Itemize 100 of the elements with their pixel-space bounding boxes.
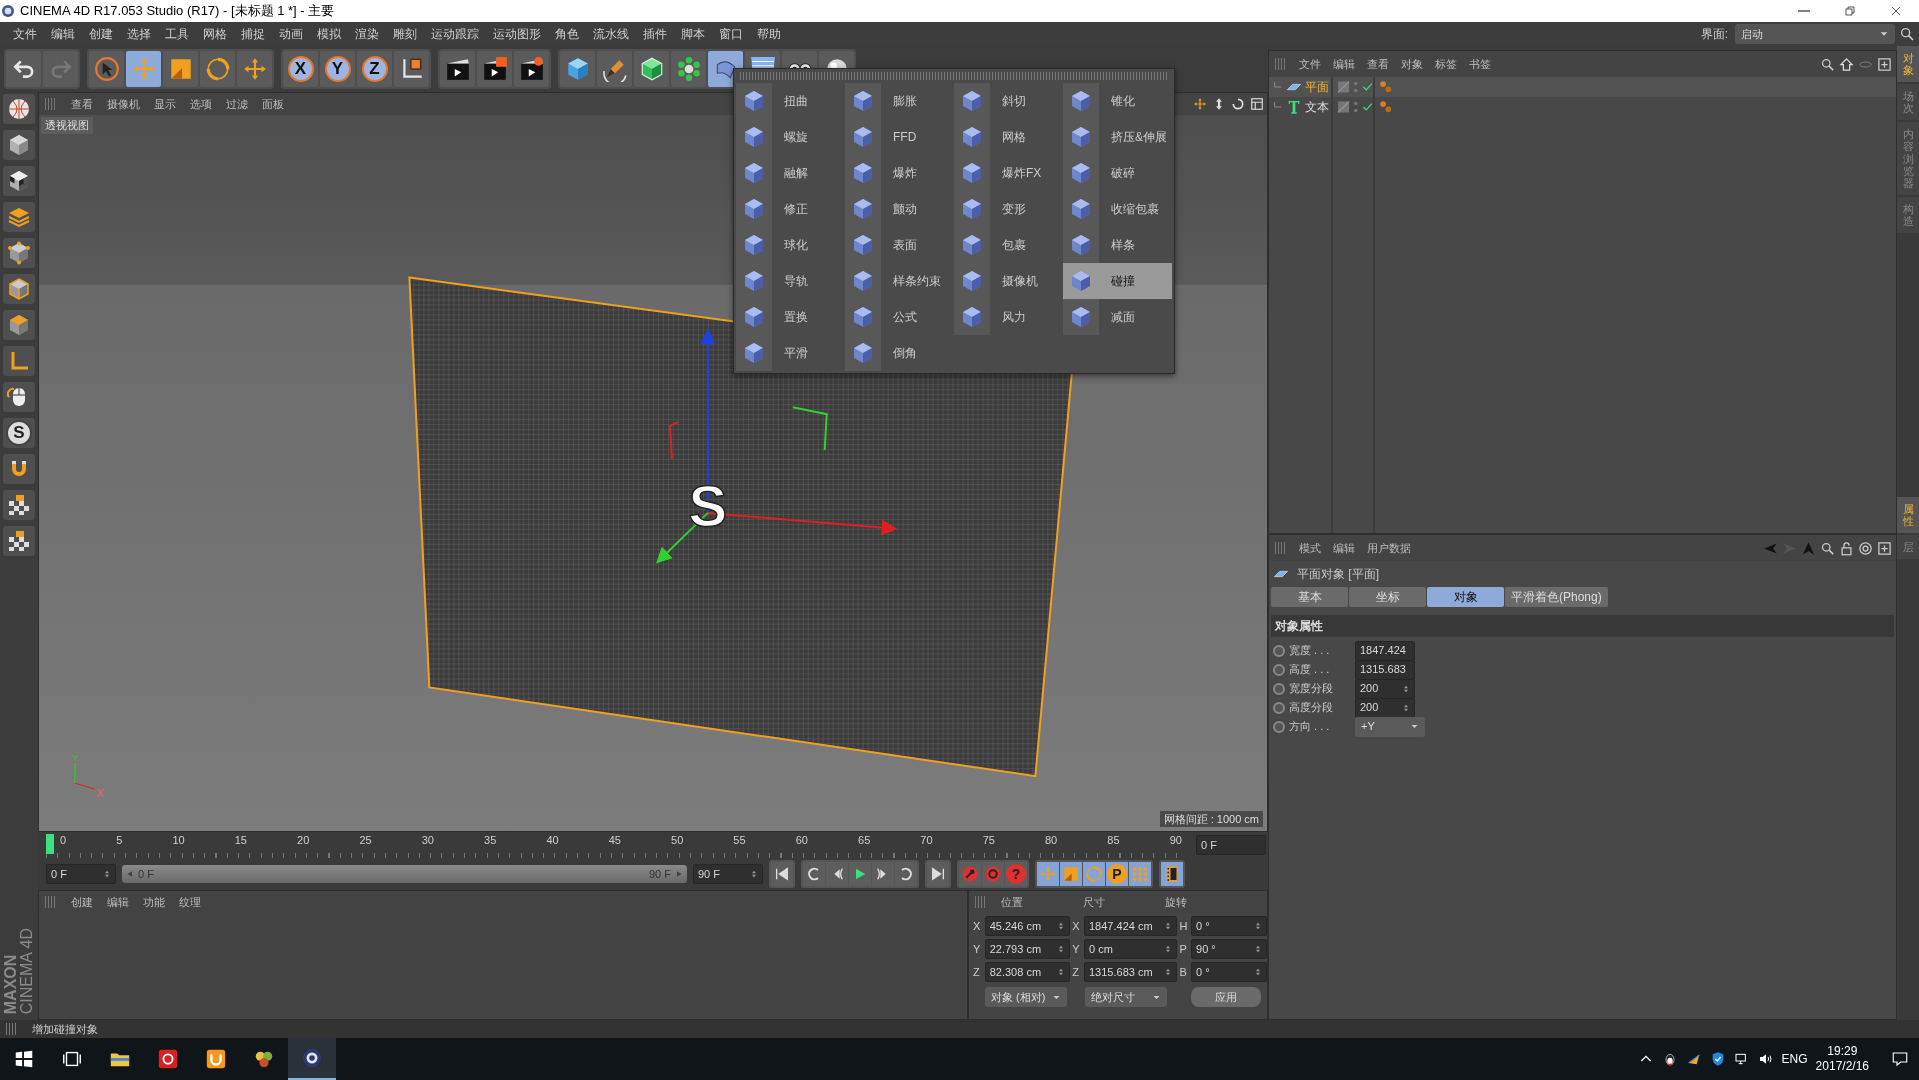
menu-item[interactable]: 平滑	[736, 335, 845, 371]
menu-item[interactable]: 颤动	[845, 191, 954, 227]
language-indicator[interactable]: ENG	[1781, 1050, 1808, 1068]
frame-range-slider[interactable]: 0 F 90 F	[122, 865, 687, 883]
tab[interactable]: 基本	[1271, 587, 1348, 607]
menu-item[interactable]: 运动跟踪	[424, 24, 486, 44]
menu-item[interactable]: 功能	[137, 893, 171, 911]
menu-item[interactable]: 锥化	[1063, 83, 1172, 119]
menu-item[interactable]: 脚本	[674, 24, 712, 44]
menu-item[interactable]: 挤压&伸展	[1063, 119, 1172, 155]
menu-item[interactable]: 捕捉	[234, 24, 272, 44]
menu-item[interactable]: 风力	[954, 299, 1063, 335]
menu-item[interactable]: 对象	[1395, 55, 1429, 73]
menu-item[interactable]: 公式	[845, 299, 954, 335]
menu-item[interactable]: 收缩包裹	[1063, 191, 1172, 227]
menu-item[interactable]: 爆炸FX	[954, 155, 1063, 191]
size-field[interactable]: 0 cm	[1084, 939, 1178, 959]
menu-item[interactable]: 膨胀	[845, 83, 954, 119]
tab[interactable]: 坐标	[1349, 587, 1426, 607]
menu-item[interactable]: 用户数据	[1361, 539, 1417, 557]
tab[interactable]: 平滑着色(Phong)	[1505, 587, 1608, 607]
menu-item[interactable]: 运动图形	[486, 24, 548, 44]
menu-item[interactable]: 网格	[954, 119, 1063, 155]
menu-item[interactable]: 减面	[1063, 299, 1172, 335]
size-field[interactable]: 1315.683 cm	[1084, 962, 1178, 982]
menu-item[interactable]: 导轨	[736, 263, 845, 299]
menu-item[interactable]: 螺旋	[736, 119, 845, 155]
menu-item[interactable]: 选择	[120, 24, 158, 44]
menu-item[interactable]: 书签	[1463, 55, 1497, 73]
menu-item[interactable]: 表面	[845, 227, 954, 263]
menu-item[interactable]: 置换	[736, 299, 845, 335]
menu-item[interactable]: 创建	[65, 893, 99, 911]
number-field[interactable]: 1847.424	[1355, 640, 1415, 661]
number-field[interactable]: 200	[1355, 678, 1415, 699]
side-tab[interactable]: 属性	[1897, 497, 1919, 534]
menu-item[interactable]: 破碎	[1063, 155, 1172, 191]
size-field[interactable]: 1847.424 cm	[1084, 916, 1178, 936]
menu-item[interactable]: 窗口	[712, 24, 750, 44]
rotation-field[interactable]: 90 °	[1191, 939, 1267, 959]
menu-item[interactable]: 过滤	[220, 95, 254, 113]
menu-item[interactable]: 显示	[148, 95, 182, 113]
menu-item[interactable]: 动画	[272, 24, 310, 44]
menu-item[interactable]: 模拟	[310, 24, 348, 44]
menu-item[interactable]: 爆炸	[845, 155, 954, 191]
menu-item[interactable]: 工具	[158, 24, 196, 44]
menu-item[interactable]: 碰撞	[1063, 263, 1172, 299]
menu-item[interactable]: 渲染	[348, 24, 386, 44]
menu-item[interactable]: 修正	[736, 191, 845, 227]
menu-item[interactable]: 查看	[1361, 55, 1395, 73]
timeline-ruler[interactable]: 0 5 10 15 20 25 30 35 40 45 50 55 60 65 70 75 80 85 90	[46, 832, 1182, 858]
menu-item[interactable]: 摄像机	[954, 263, 1063, 299]
menu-item[interactable]: 创建	[82, 24, 120, 44]
layout-dropdown[interactable]: 启动	[1735, 24, 1895, 44]
menu-item[interactable]: 包裹	[954, 227, 1063, 263]
axis-lock-button[interactable]: Y	[320, 51, 355, 87]
tool-button[interactable]: S	[3, 418, 35, 448]
number-field[interactable]: 1315.683	[1355, 659, 1415, 680]
tab[interactable]: 对象	[1427, 587, 1504, 607]
direction-dropdown[interactable]: +Y	[1355, 716, 1425, 737]
axis-lock-button[interactable]: X	[283, 51, 318, 87]
menu-item[interactable]: 插件	[636, 24, 674, 44]
menu-item[interactable]: 编辑	[1327, 539, 1361, 557]
menu-item[interactable]: 编辑	[1327, 55, 1361, 73]
rotation-field[interactable]: 0 °	[1191, 916, 1267, 936]
apply-button[interactable]: 应用	[1191, 987, 1261, 1007]
menu-item[interactable]: 编辑	[101, 893, 135, 911]
key-button[interactable]: P	[1106, 862, 1128, 886]
end-frame-field[interactable]: 90 F	[693, 864, 763, 884]
record-button[interactable]: ?	[1005, 862, 1027, 886]
menu-item[interactable]: 查看	[65, 95, 99, 113]
menu-item[interactable]: 角色	[548, 24, 586, 44]
object-name[interactable]: 文本	[1305, 98, 1329, 116]
menu-item[interactable]: 选项	[184, 95, 218, 113]
menu-item[interactable]: 文件	[6, 24, 44, 44]
position-field[interactable]: 45.246 cm	[984, 916, 1071, 936]
menu-item[interactable]: 标签	[1429, 55, 1463, 73]
menu-item[interactable]: FFD	[845, 119, 954, 155]
menu-item[interactable]: 变形	[954, 191, 1063, 227]
menu-item[interactable]: 流水线	[586, 24, 636, 44]
menu-item[interactable]: 网格	[196, 24, 234, 44]
rotation-field[interactable]: 0 °	[1191, 962, 1267, 982]
menu-item[interactable]: 帮助	[750, 24, 788, 44]
menu-item[interactable]: 倒角	[845, 335, 954, 371]
position-field[interactable]: 82.308 cm	[984, 962, 1071, 982]
menu-item[interactable]: 纹理	[173, 893, 207, 911]
menu-item[interactable]: 斜切	[954, 83, 1063, 119]
size-mode-dropdown[interactable]: 绝对尺寸	[1085, 987, 1167, 1007]
menu-item[interactable]: 编辑	[44, 24, 82, 44]
menu-item[interactable]: 样条约束	[845, 263, 954, 299]
menu-item[interactable]: 模式	[1293, 539, 1327, 557]
frame-field[interactable]: 0 F	[1196, 835, 1266, 855]
position-field[interactable]: 22.793 cm	[984, 939, 1071, 959]
mode-dropdown[interactable]: 对象 (相对)	[985, 987, 1067, 1007]
number-field[interactable]: 200	[1355, 697, 1415, 718]
menu-item[interactable]: 融解	[736, 155, 845, 191]
menu-item[interactable]: 扭曲	[736, 83, 845, 119]
menu-item[interactable]: 摄像机	[101, 95, 146, 113]
start-frame-field[interactable]: 0 F	[46, 864, 116, 884]
menu-item[interactable]: 面板	[256, 95, 290, 113]
menu-item[interactable]: 雕刻	[386, 24, 424, 44]
